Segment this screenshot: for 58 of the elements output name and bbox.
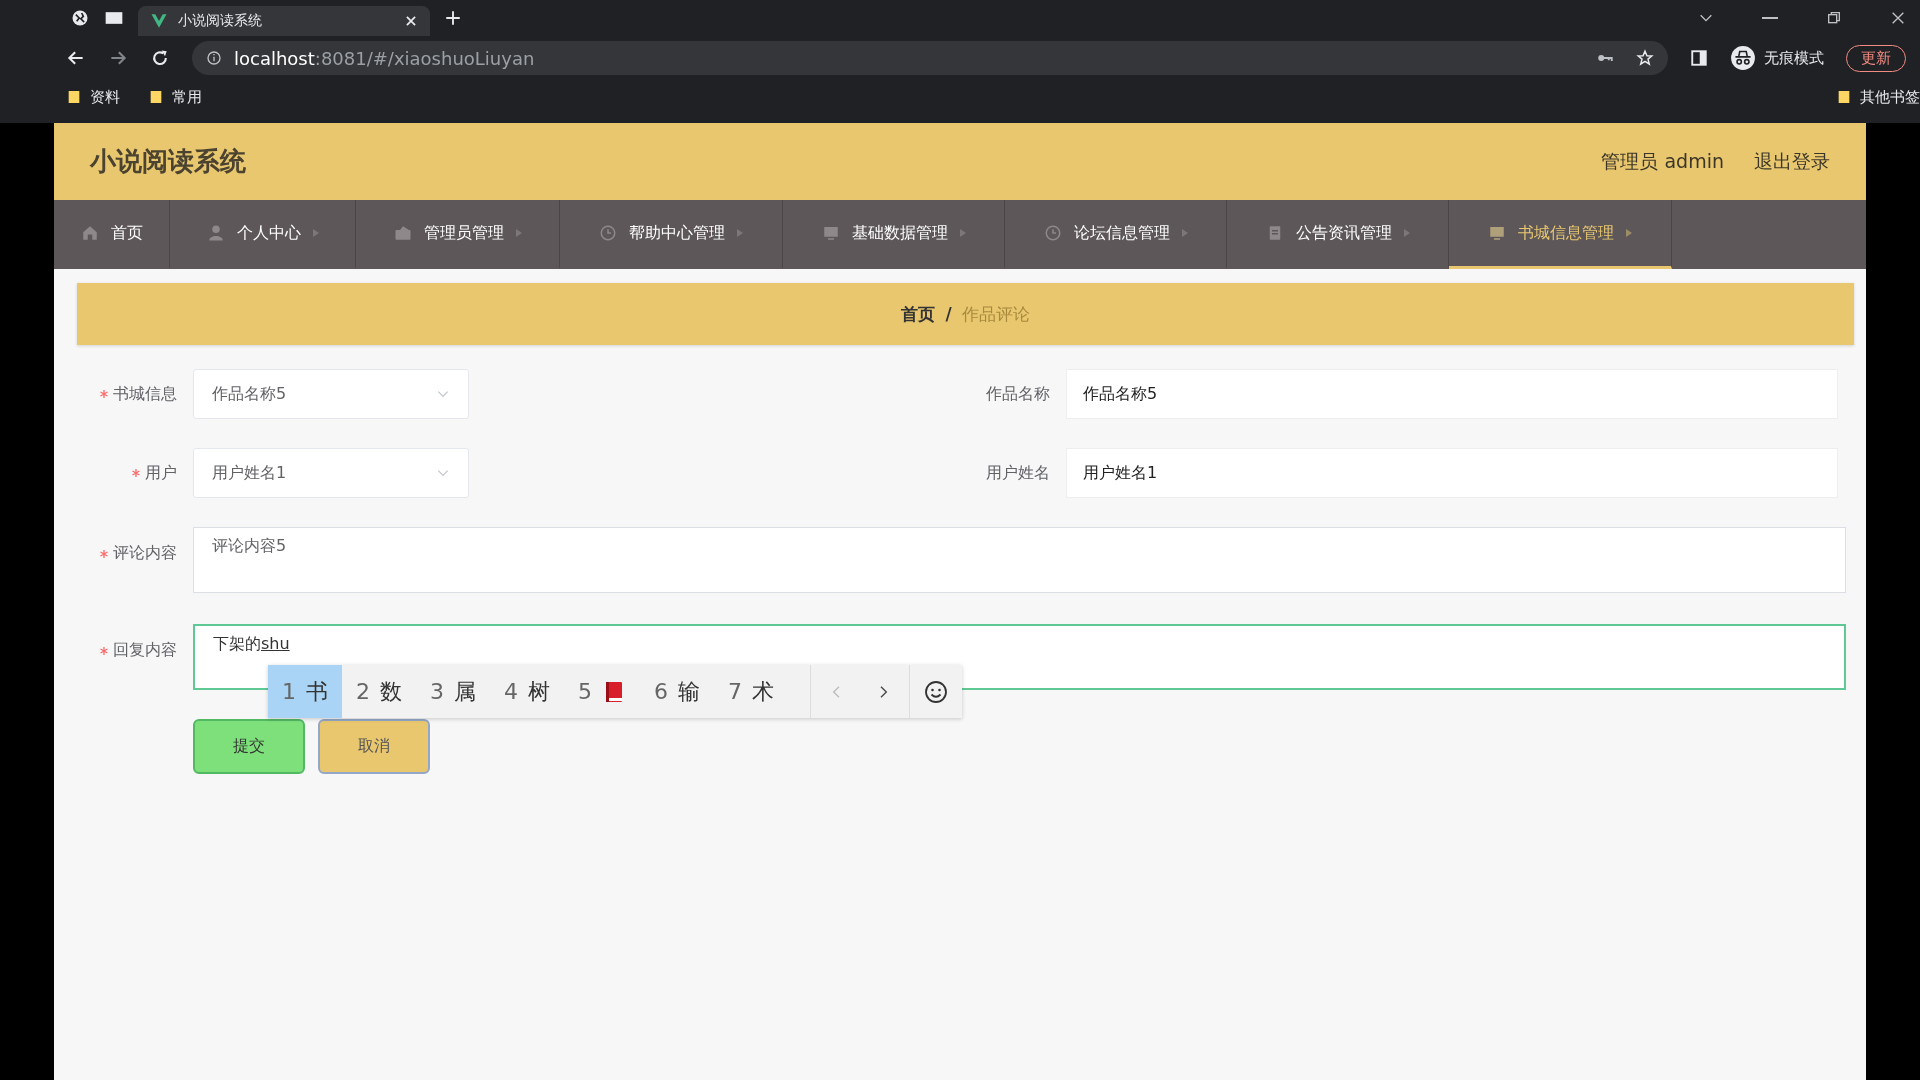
bookmark[interactable]: 其他书签 [1836, 87, 1920, 107]
field-label: 用户 [145, 462, 177, 484]
info-icon [206, 50, 222, 66]
nav-item[interactable]: 公告资讯管理 [1227, 200, 1449, 269]
input-field[interactable]: 用户姓名1 [1066, 448, 1838, 498]
nav-item[interactable]: 个人中心 [170, 200, 356, 269]
star-icon [1636, 49, 1654, 67]
bookmark[interactable]: 资料 [66, 87, 120, 107]
ime-candidate[interactable]: 1 书 [268, 665, 342, 718]
person-icon [206, 224, 225, 242]
smiley-icon [924, 679, 948, 704]
tab-title: 小说阅读系统 [178, 12, 263, 30]
nav-item[interactable]: 书城信息管理 [1449, 200, 1672, 269]
input-field[interactable]: 作品名称5 [1066, 369, 1838, 419]
new-tab-icon [444, 9, 462, 27]
monitor-icon [821, 224, 840, 242]
field-label: 书城信息 [113, 383, 177, 405]
home-icon [80, 224, 99, 242]
url-text: localhost:8081/#/xiaoshuoLiuyan [234, 47, 535, 69]
field-label: 回复内容 [113, 640, 177, 661]
close-icon [1890, 10, 1906, 26]
v-logo-icon [150, 12, 168, 30]
app-title: 小说阅读系统 [90, 145, 246, 178]
nav-item[interactable]: 首页 [54, 200, 170, 269]
incognito-label: 无痕模式 [1764, 48, 1824, 68]
select-field[interactable]: 用户姓名1 [193, 448, 469, 498]
restore-icon [1826, 10, 1842, 26]
submit-button[interactable]: 提交 [193, 719, 305, 774]
monitor-icon [1488, 224, 1506, 242]
cancel-button[interactable]: 取消 [318, 719, 430, 774]
field-label: 评论内容 [113, 543, 177, 564]
breadcrumb-item[interactable]: 首页 [901, 302, 936, 326]
user-label: 管理员 admin [1601, 148, 1724, 174]
bookmark[interactable]: 常用 [148, 87, 202, 107]
browser-tab[interactable]: 小说阅读系统 [138, 6, 430, 36]
side-panel-icon [1690, 49, 1708, 67]
folder-icon [148, 89, 164, 105]
clock-icon [1043, 224, 1062, 242]
logout-link[interactable]: 退出登录 [1754, 148, 1830, 175]
close-icon [404, 14, 418, 28]
folder-icon [1836, 89, 1852, 105]
briefcase-icon [393, 224, 412, 242]
field-label: 用户姓名 [986, 462, 1050, 484]
select-field[interactable]: 作品名称5 [193, 369, 469, 419]
reload-icon [150, 48, 170, 68]
nav-item[interactable]: 论坛信息管理 [1005, 200, 1227, 269]
breadcrumb-item: 作品评论 [961, 302, 1030, 326]
address-bar[interactable]: localhost:8081/#/xiaoshuoLiuyan [192, 41, 1668, 75]
incognito-icon [1730, 45, 1756, 71]
nav-item[interactable]: 基础数据管理 [783, 200, 1005, 269]
nav-item[interactable]: 帮助中心管理 [560, 200, 783, 269]
breadcrumb-separator: / [945, 304, 952, 324]
nav-item[interactable]: 管理员管理 [356, 200, 560, 269]
minimize-icon[interactable] [1762, 17, 1778, 19]
clock-icon [599, 224, 617, 242]
field-label: 作品名称 [986, 383, 1050, 405]
text-area[interactable]: 评论内容5 [193, 527, 1846, 593]
folder-icon [66, 89, 82, 105]
